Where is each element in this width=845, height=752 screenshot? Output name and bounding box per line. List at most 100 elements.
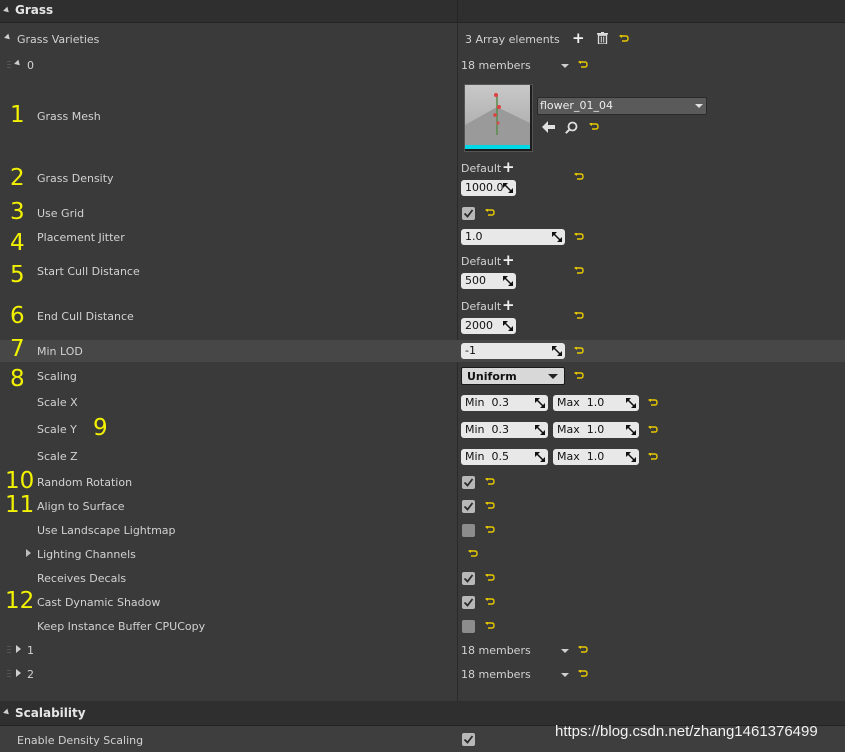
reset-to-default-icon[interactable]	[485, 622, 495, 630]
grass-category-header[interactable]: Grass	[0, 0, 845, 23]
scale-y-label: Scale Y	[37, 423, 77, 436]
reset-to-default-icon[interactable]	[574, 312, 584, 320]
trash-icon[interactable]	[597, 32, 608, 47]
expand-arrow-icon[interactable]	[26, 549, 31, 557]
scaling-dropdown[interactable]: Uniform	[461, 367, 565, 385]
placement-jitter-field[interactable]: 1.0	[461, 229, 565, 245]
add-element-icon[interactable]: +	[572, 31, 585, 46]
scale-x-max-field[interactable]: Max 1.0	[553, 395, 639, 411]
selected-value: Uniform	[467, 370, 517, 383]
value-text: 2000	[465, 319, 493, 332]
spin-arrows-icon[interactable]	[535, 425, 545, 435]
min-lod-field[interactable]: -1	[461, 343, 565, 359]
scale-z-max-field[interactable]: Max 1.0	[553, 449, 639, 465]
scale-z-min-field[interactable]: Min 0.5	[461, 449, 548, 465]
drag-handle-icon[interactable]	[7, 60, 11, 69]
expand-arrow-icon[interactable]	[16, 645, 21, 653]
align-to-surface-checkbox[interactable]	[462, 500, 475, 513]
reset-to-default-icon[interactable]	[485, 502, 495, 510]
annotation-number: 5	[10, 262, 25, 288]
value-text: 1.0	[465, 230, 483, 243]
watermark-text: https://blog.csdn.net/zhang1461376499	[555, 723, 818, 740]
end-cull-distance-field[interactable]: 2000	[461, 318, 516, 334]
grass-density-field[interactable]: 1000.0	[461, 180, 516, 196]
reset-to-default-icon[interactable]	[648, 453, 658, 461]
reset-to-default-icon[interactable]	[574, 372, 584, 380]
reset-to-default-icon[interactable]	[485, 598, 495, 606]
reset-to-default-icon[interactable]	[578, 670, 588, 678]
grass-varieties-label: Grass Varieties	[17, 33, 100, 46]
reset-to-default-icon[interactable]	[574, 267, 584, 275]
mesh-asset-picker[interactable]: flower_01_04	[537, 97, 707, 115]
cast-dynamic-shadow-label: Cast Dynamic Shadow	[37, 596, 161, 609]
members-count[interactable]: 18 members	[461, 59, 531, 72]
default-label: Default	[461, 300, 502, 313]
add-override-icon[interactable]: +	[502, 160, 515, 175]
spin-arrows-icon[interactable]	[626, 398, 636, 408]
spin-arrows-icon[interactable]	[535, 398, 545, 408]
reset-to-default-icon[interactable]	[574, 233, 584, 241]
keep-instance-buffer-checkbox[interactable]	[462, 620, 475, 633]
reset-to-default-icon[interactable]	[485, 209, 495, 217]
scale-x-min-field[interactable]: Min 0.3	[461, 395, 548, 411]
annotation-number: 7	[10, 336, 25, 362]
array-index: 1	[27, 644, 34, 657]
chevron-down-icon[interactable]	[561, 673, 569, 677]
collapse-arrow-icon[interactable]	[3, 6, 11, 15]
chevron-down-icon[interactable]	[561, 64, 569, 68]
enable-density-scaling-checkbox[interactable]	[462, 733, 475, 746]
reset-to-default-icon[interactable]	[485, 478, 495, 486]
members-count[interactable]: 18 members	[461, 668, 531, 681]
chevron-down-icon[interactable]	[695, 104, 703, 108]
grass-density-label: Grass Density	[37, 172, 114, 185]
min-label: Min	[465, 450, 485, 463]
spin-arrows-icon[interactable]	[626, 425, 636, 435]
reset-to-default-icon[interactable]	[574, 347, 584, 355]
reset-to-default-icon[interactable]	[574, 173, 584, 181]
collapse-arrow-icon[interactable]	[4, 33, 12, 42]
reset-to-default-icon[interactable]	[485, 526, 495, 534]
start-cull-distance-field[interactable]: 500	[461, 273, 516, 289]
use-landscape-lightmap-label: Use Landscape Lightmap	[37, 524, 176, 537]
add-override-icon[interactable]: +	[502, 253, 515, 268]
members-count[interactable]: 18 members	[461, 644, 531, 657]
reset-to-default-icon[interactable]	[485, 574, 495, 582]
column-divider[interactable]	[457, 0, 458, 752]
value-text: 500	[465, 274, 486, 287]
expand-arrow-icon[interactable]	[16, 669, 21, 677]
scale-y-min-field[interactable]: Min 0.3	[461, 422, 548, 438]
reset-to-default-icon[interactable]	[578, 646, 588, 654]
random-rotation-checkbox[interactable]	[462, 476, 475, 489]
spin-arrows-icon[interactable]	[535, 452, 545, 462]
spin-arrows-icon[interactable]	[503, 321, 513, 331]
use-grid-checkbox[interactable]	[462, 207, 475, 220]
use-landscape-lightmap-checkbox[interactable]	[462, 524, 475, 537]
array-index: 2	[27, 668, 34, 681]
grass-mesh-label: Grass Mesh	[37, 110, 101, 123]
reset-to-default-icon[interactable]	[578, 61, 588, 69]
add-override-icon[interactable]: +	[502, 298, 515, 313]
category-title: Scalability	[15, 706, 86, 720]
reset-to-default-icon[interactable]	[619, 35, 629, 43]
scale-y-max-field[interactable]: Max 1.0	[553, 422, 639, 438]
receives-decals-checkbox[interactable]	[462, 572, 475, 585]
drag-handle-icon[interactable]	[7, 669, 11, 678]
collapse-arrow-icon[interactable]	[3, 708, 11, 717]
chevron-down-icon[interactable]	[561, 649, 569, 653]
collapse-arrow-icon[interactable]	[14, 59, 22, 68]
use-selected-arrow-icon[interactable]	[542, 121, 555, 136]
enable-density-scaling-label: Enable Density Scaling	[17, 734, 144, 747]
cast-dynamic-shadow-checkbox[interactable]	[462, 596, 475, 609]
reset-to-default-icon[interactable]	[648, 426, 658, 434]
reset-to-default-icon[interactable]	[468, 550, 478, 558]
spin-arrows-icon[interactable]	[503, 183, 513, 193]
spin-arrows-icon[interactable]	[503, 276, 513, 286]
spin-arrows-icon[interactable]	[552, 346, 562, 356]
reset-to-default-icon[interactable]	[589, 123, 599, 131]
spin-arrows-icon[interactable]	[626, 452, 636, 462]
spin-arrows-icon[interactable]	[552, 232, 562, 242]
mesh-thumbnail[interactable]	[464, 84, 533, 152]
reset-to-default-icon[interactable]	[648, 399, 658, 407]
drag-handle-icon[interactable]	[7, 645, 11, 654]
browse-search-icon[interactable]	[565, 121, 578, 137]
